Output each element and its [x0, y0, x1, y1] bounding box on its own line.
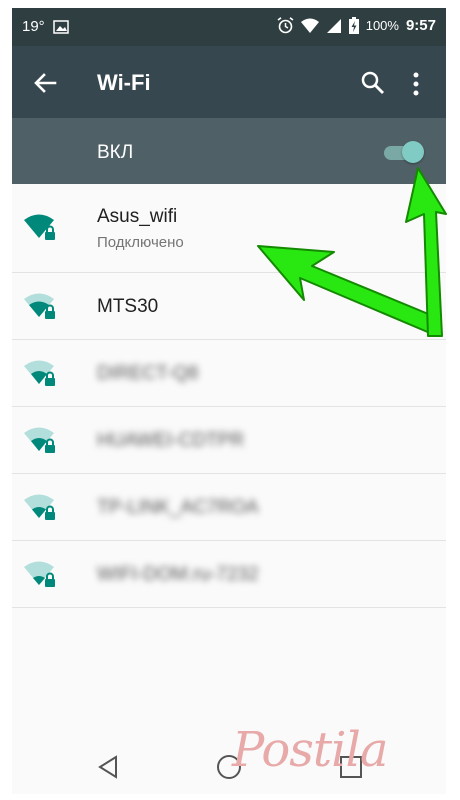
network-ssid: WIFI-DOM.ru-7232 — [97, 564, 259, 585]
network-ssid: MTS30 — [97, 296, 159, 317]
network-row[interactable]: TP-LINK_AC7ROA — [12, 474, 446, 541]
network-row[interactable]: DIRECT-Q8 — [12, 340, 446, 407]
network-row[interactable]: HUAWEI-CDTPR — [12, 407, 446, 474]
wifi-lock-icon — [24, 214, 55, 240]
wifi-toggle-switch[interactable] — [380, 139, 426, 165]
image-notification-icon — [52, 19, 69, 34]
temperature: 19° — [22, 18, 45, 35]
wifi-status-icon — [300, 18, 319, 33]
wifi-lock-icon — [24, 360, 55, 386]
nav-back-icon[interactable] — [94, 752, 124, 782]
wifi-lock-icon — [24, 427, 55, 453]
network-row[interactable]: MTS30 — [12, 273, 446, 340]
network-ssid: TP-LINK_AC7ROA — [97, 497, 259, 518]
wifi-lock-icon — [24, 494, 55, 520]
watermark: Postila — [232, 722, 388, 778]
alarm-icon — [277, 17, 294, 34]
search-icon[interactable] — [360, 70, 386, 96]
toggle-label: ВКЛ — [97, 142, 134, 163]
network-ssid: DIRECT-Q8 — [97, 363, 199, 384]
back-arrow-icon[interactable] — [30, 68, 60, 98]
wifi-toggle-bar: ВКЛ — [12, 118, 446, 184]
clock: 9:57 — [405, 17, 436, 34]
signal-icon — [326, 18, 341, 33]
switch-thumb — [402, 141, 424, 163]
wifi-lock-icon — [24, 293, 55, 319]
phone-screen: 19° 100% 9:57 Wi-Fi ВКЛ Asus_wifi Подклю… — [12, 8, 446, 794]
page-title: Wi-Fi — [97, 70, 151, 95]
wifi-lock-icon — [24, 561, 55, 587]
more-vert-icon[interactable] — [408, 70, 424, 98]
network-row[interactable]: Asus_wifi Подключено — [12, 184, 446, 273]
network-list: Asus_wifi Подключено MTS30 DIRECT-Q8 HUA… — [12, 184, 446, 608]
battery-charging-icon — [348, 17, 359, 34]
network-ssid: HUAWEI-CDTPR — [97, 430, 245, 451]
status-bar: 19° 100% 9:57 — [12, 8, 446, 46]
app-bar: Wi-Fi — [12, 46, 446, 118]
network-status: Подключено — [97, 234, 184, 251]
network-ssid: Asus_wifi — [97, 206, 178, 227]
network-row[interactable]: WIFI-DOM.ru-7232 — [12, 541, 446, 608]
battery-level: 100% — [365, 18, 399, 33]
